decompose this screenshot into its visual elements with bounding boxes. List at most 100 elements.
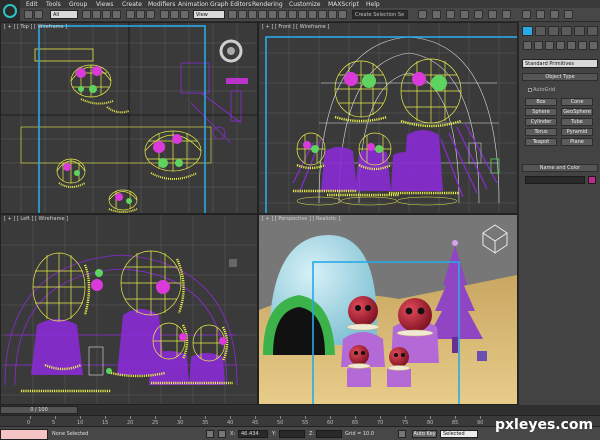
activeshade-icon[interactable] (488, 10, 497, 19)
spinner-snap-icon[interactable] (268, 10, 277, 19)
undo-icon[interactable] (24, 10, 33, 19)
material-editor-icon[interactable] (418, 10, 427, 19)
environment-icon[interactable] (502, 10, 511, 19)
edit-named-selections-icon[interactable] (278, 10, 287, 19)
angle-snap-icon[interactable] (248, 10, 257, 19)
name-and-color-rollout[interactable]: Name and Color (522, 164, 598, 172)
align-icon[interactable] (298, 10, 307, 19)
menu-rendering[interactable]: Rendering (252, 1, 283, 8)
geosphere-button[interactable]: GeoSphere (561, 108, 593, 116)
select-manipulate-icon[interactable] (160, 10, 169, 19)
sphere-button[interactable]: Sphere (525, 108, 557, 116)
select-by-name-icon[interactable] (92, 10, 101, 19)
pyramid-button[interactable]: Pyramid (561, 128, 593, 136)
keyboard-shortcut-icon[interactable] (170, 10, 179, 19)
render-iterative-icon[interactable] (474, 10, 483, 19)
tube-button[interactable]: Tube (561, 118, 593, 126)
layer-manager-icon[interactable] (308, 10, 317, 19)
pivot-point-icon[interactable] (228, 10, 237, 19)
cone-button[interactable]: Cone (561, 98, 593, 106)
percent-snap-icon[interactable] (258, 10, 267, 19)
menu-help[interactable]: Help (366, 1, 380, 8)
helpers-icon[interactable] (567, 41, 576, 50)
link-icon[interactable] (180, 10, 189, 19)
menu-create[interactable]: Create (122, 1, 142, 8)
motion-tab-icon[interactable] (561, 26, 572, 36)
systems-icon[interactable] (589, 41, 598, 50)
autogrid-checkbox[interactable] (528, 88, 532, 92)
viewport-perspective-label[interactable]: [ + ] [ Perspective ] [ Realistic ] (262, 216, 340, 222)
plane-button[interactable]: Plane (561, 138, 593, 146)
rotate-icon[interactable] (136, 10, 145, 19)
menu-edit[interactable]: Edit (26, 1, 38, 8)
torus-button[interactable]: Torus (525, 128, 557, 136)
menu-views[interactable]: Views (96, 1, 113, 8)
viewport-perspective[interactable]: [ + ] [ Perspective ] [ Realistic ] (259, 215, 517, 404)
menu-customize[interactable]: Customize (289, 1, 321, 8)
mirror-icon[interactable] (288, 10, 297, 19)
lights-icon[interactable] (545, 41, 554, 50)
move-icon[interactable] (126, 10, 135, 19)
window-crossing-icon[interactable] (112, 10, 121, 19)
select-object-icon[interactable] (82, 10, 91, 19)
snap-toggle-icon[interactable] (238, 10, 247, 19)
teapot-render-icon[interactable] (536, 10, 545, 19)
menu-modifiers[interactable]: Modifiers (148, 1, 175, 8)
graphite-ribbon-icon[interactable] (318, 10, 327, 19)
cameras-icon[interactable] (556, 41, 565, 50)
auto-key-button[interactable]: Auto Key (412, 430, 437, 438)
track-tick (230, 416, 231, 419)
key-filter-dropdown[interactable]: Selected (440, 430, 478, 438)
maxscript-listener[interactable] (0, 429, 48, 440)
cylinder-button[interactable]: Cylinder (525, 118, 557, 126)
modify-tab-icon[interactable] (535, 26, 546, 36)
render-production-icon[interactable] (460, 10, 469, 19)
object-type-rollout[interactable]: Object Type (522, 73, 598, 81)
menu-animation[interactable]: Animation (178, 1, 209, 8)
reference-coordinate-dropdown[interactable]: View (193, 10, 225, 19)
geometry-icon[interactable] (523, 41, 532, 50)
scale-icon[interactable] (146, 10, 155, 19)
object-color-swatch[interactable] (588, 176, 596, 184)
viewport-front[interactable]: [ + ] [ Front ] [ Wireframe ] (259, 23, 517, 213)
rendered-frame-window-icon[interactable] (446, 10, 455, 19)
curve-editor-icon[interactable] (328, 10, 337, 19)
utilities-tab-icon[interactable] (587, 26, 598, 36)
schematic-view-icon[interactable] (338, 10, 347, 19)
viewport-top[interactable]: [ + ] [ Top ] [ Wireframe ] (1, 23, 257, 213)
redo-icon[interactable] (34, 10, 43, 19)
menu-maxscript[interactable]: MAXScript (328, 1, 359, 8)
x-coordinate-field[interactable]: 46.434 (238, 430, 268, 438)
z-coordinate-field[interactable] (316, 430, 342, 438)
app-logo[interactable] (0, 0, 20, 22)
render-last-icon[interactable] (550, 10, 559, 19)
named-selection-dropdown[interactable]: Create Selection Se (352, 10, 408, 19)
render-setup-icon[interactable] (432, 10, 441, 19)
primitive-category-dropdown[interactable]: Standard Primitives (522, 59, 598, 68)
hierarchy-tab-icon[interactable] (548, 26, 559, 36)
menu-group[interactable]: Group (69, 1, 87, 8)
box-button[interactable]: Box (525, 98, 557, 106)
viewport-left[interactable]: [ + ] [ Left ] [ Wireframe ] (1, 215, 257, 404)
selection-filter-dropdown[interactable]: All (50, 10, 78, 19)
create-tab-icon[interactable] (522, 26, 533, 36)
viewport-left-label[interactable]: [ + ] [ Left ] [ Wireframe ] (4, 216, 68, 222)
teapot-button[interactable]: Teapot (525, 138, 557, 146)
key-mode-icon[interactable] (398, 430, 406, 438)
shapes-icon[interactable] (534, 41, 543, 50)
rect-selection-icon[interactable] (102, 10, 111, 19)
time-slider[interactable]: 0 / 100 (0, 406, 78, 414)
y-coordinate-field[interactable] (279, 430, 305, 438)
absolute-mode-icon[interactable] (218, 430, 226, 438)
lock-selection-icon[interactable] (206, 430, 214, 438)
space-warps-icon[interactable] (578, 41, 587, 50)
display-tab-icon[interactable] (574, 26, 585, 36)
viewport-front-label[interactable]: [ + ] [ Front ] [ Wireframe ] (262, 24, 329, 30)
object-name-field[interactable] (525, 176, 585, 184)
perspective-scene (259, 215, 517, 404)
viewport-top-label[interactable]: [ + ] [ Top ] [ Wireframe ] (4, 24, 67, 30)
menu-graph-editors[interactable]: Graph Editors (210, 1, 251, 8)
render-icon[interactable] (522, 10, 531, 19)
menu-tools[interactable]: Tools (46, 1, 61, 8)
toolbar-extra-icon[interactable] (564, 10, 573, 19)
